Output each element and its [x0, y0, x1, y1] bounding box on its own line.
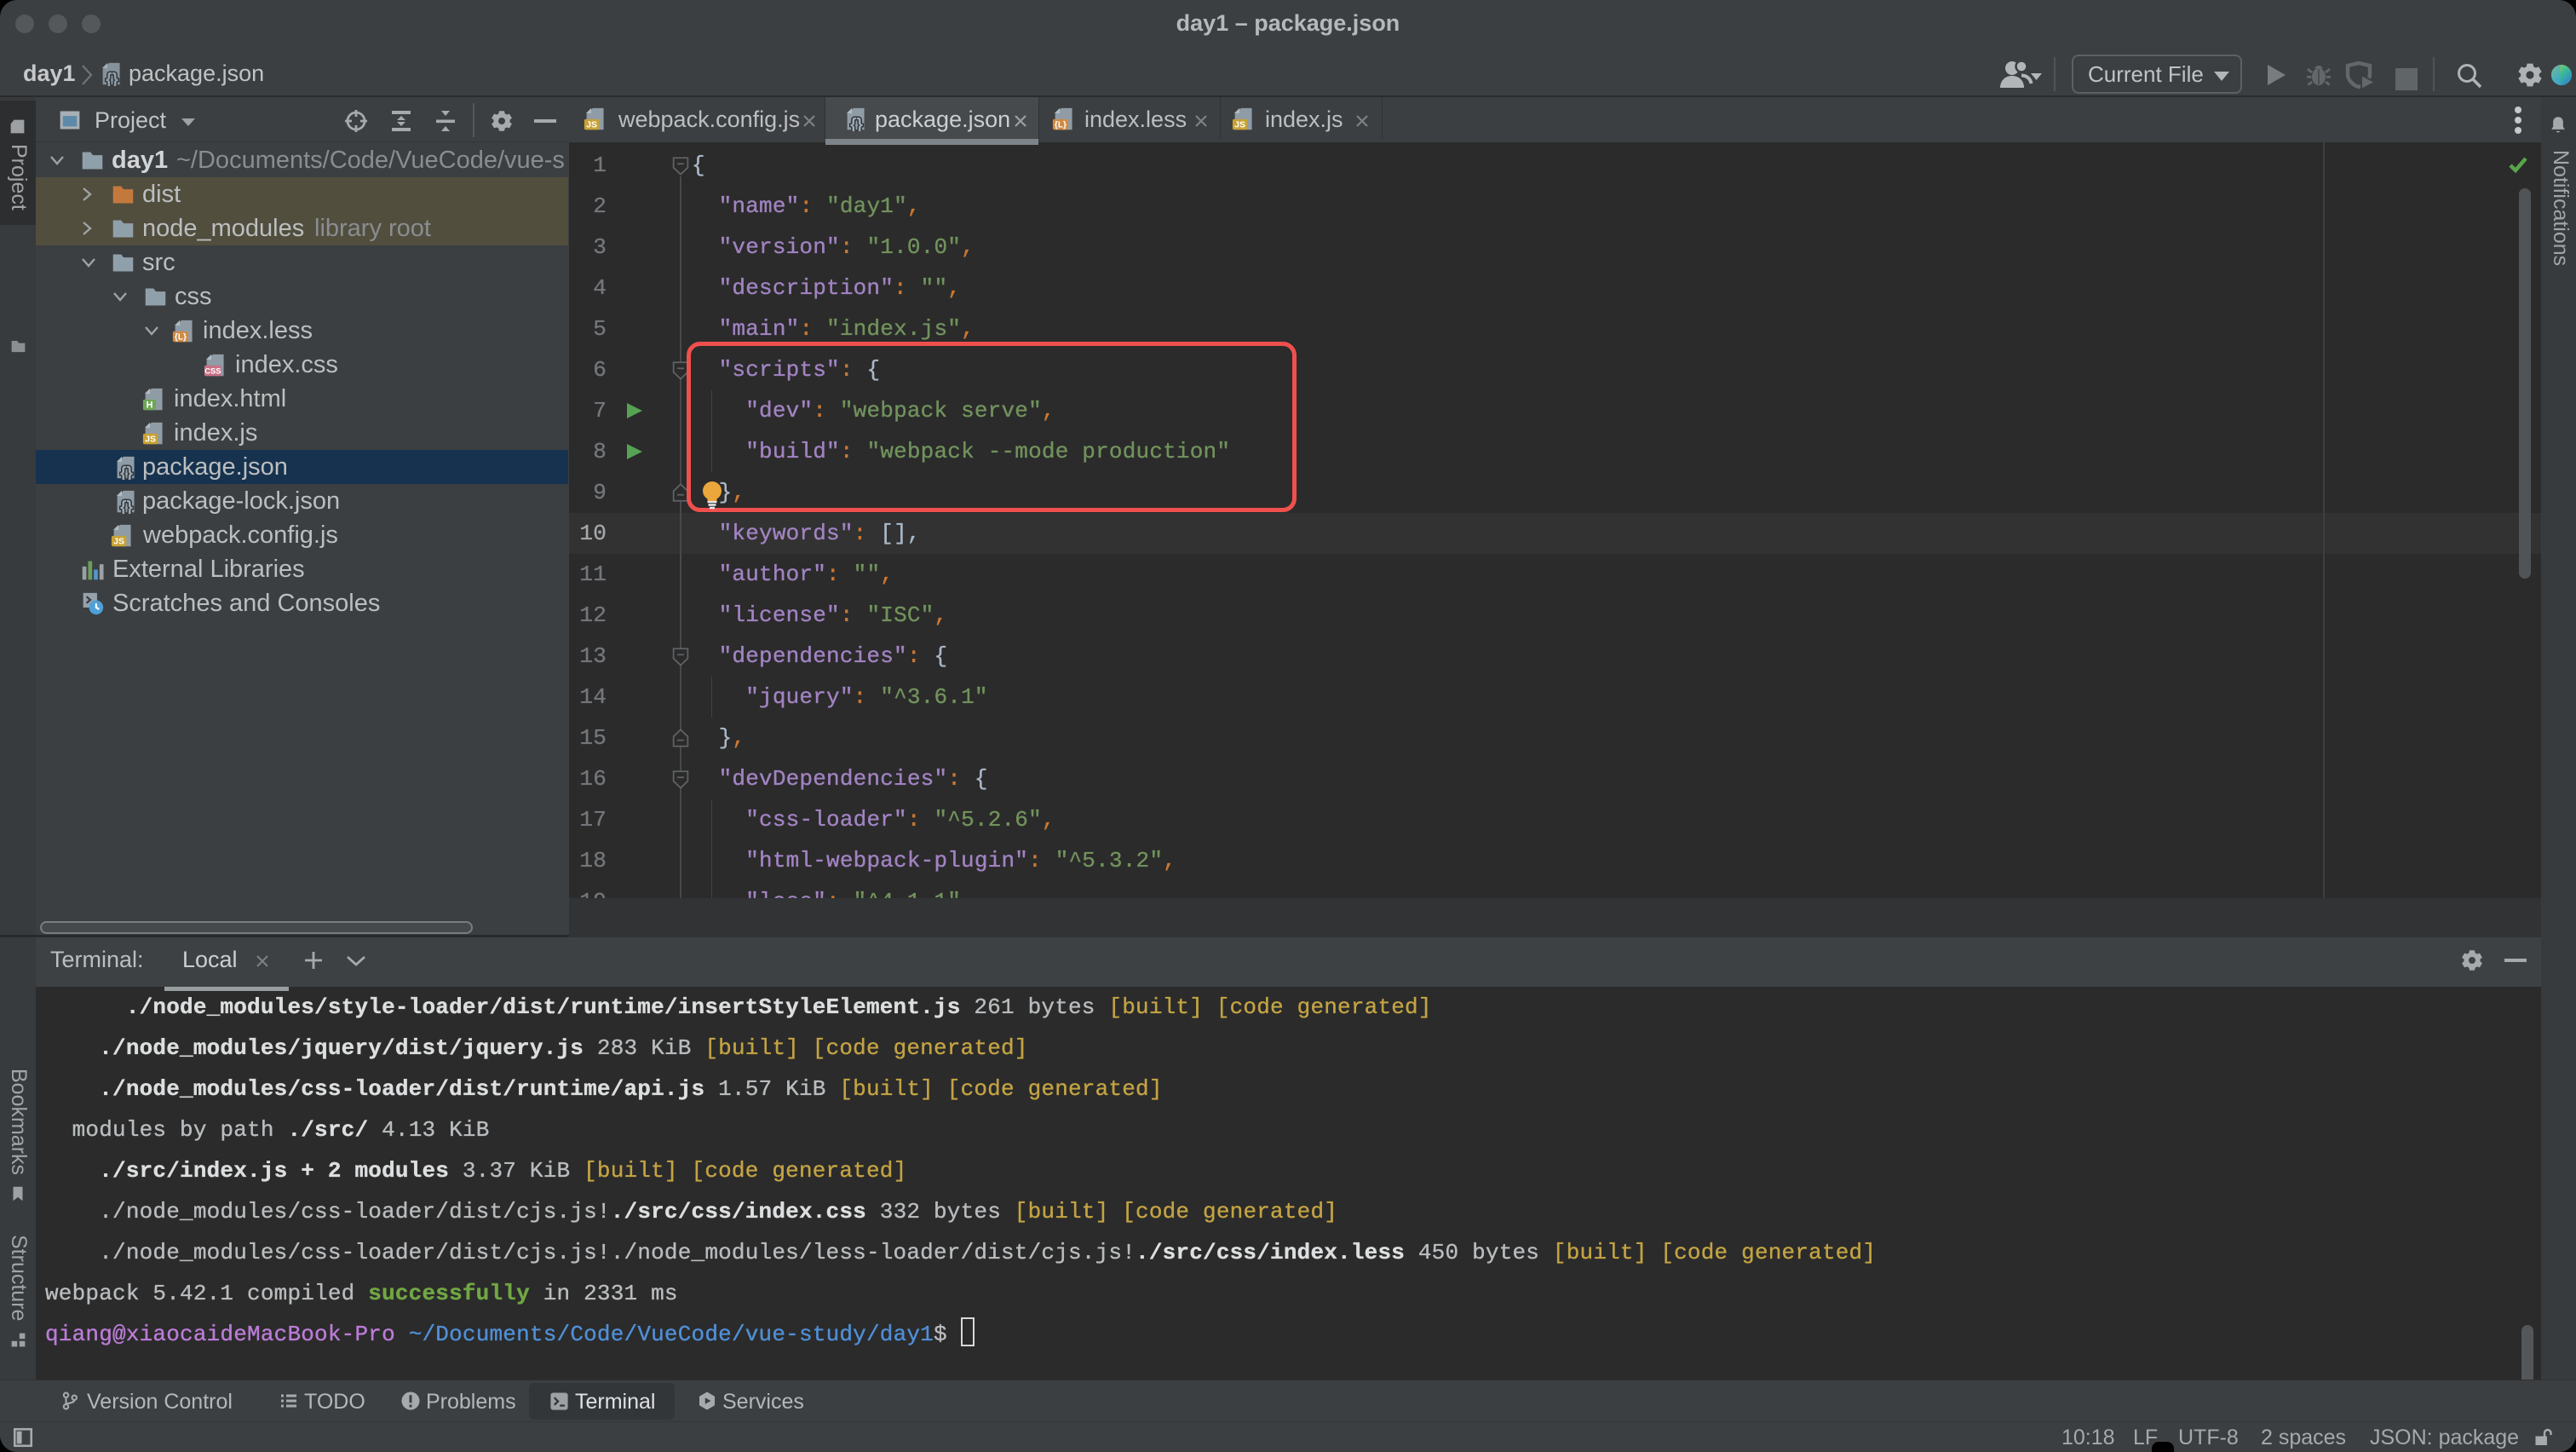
svg-text:{L}: {L} — [1055, 121, 1067, 130]
svg-text:JS: JS — [145, 435, 156, 445]
svg-text:{}: {} — [106, 71, 118, 86]
svg-text:H: H — [147, 400, 153, 411]
svg-text:{L}: {L} — [175, 333, 187, 343]
svg-text:JS: JS — [1234, 120, 1245, 130]
svg-text:{}: {} — [850, 116, 863, 131]
svg-text:{}: {} — [120, 498, 133, 514]
svg-text:JS: JS — [586, 120, 597, 130]
svg-text:{}: {} — [120, 464, 133, 480]
svg-text:JS: JS — [113, 537, 124, 547]
svg-text:CSS: CSS — [204, 366, 221, 375]
